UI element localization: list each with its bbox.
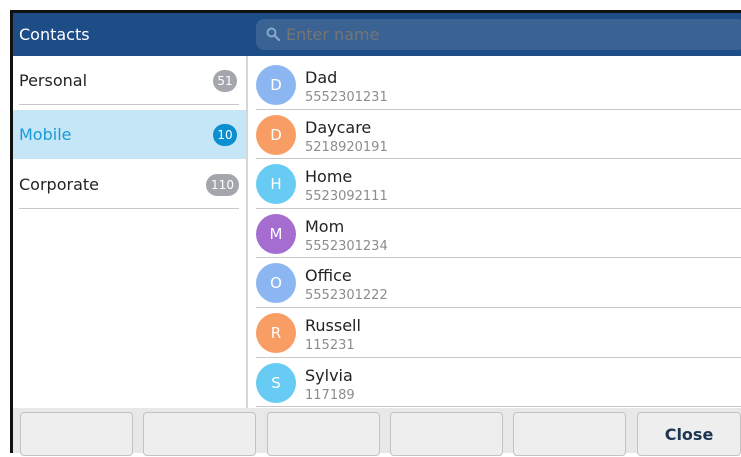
softkey-bar: Close [13, 408, 741, 456]
header-bar: Contacts [13, 13, 741, 56]
contact-name: Dad [305, 68, 338, 87]
contact-number: 5552301222 [305, 288, 388, 304]
page-title: Contacts [19, 25, 90, 44]
softkey-1[interactable] [20, 412, 133, 456]
avatar: H [256, 164, 296, 205]
contact-list: D Dad 5552301231 D Daycare 5218920191 H … [248, 56, 741, 408]
contact-name: Home [305, 167, 353, 187]
avatar: M [256, 213, 296, 254]
contact-name: Russell [305, 316, 361, 335]
search-icon [266, 27, 280, 41]
divider [19, 104, 239, 105]
contact-row-daycare[interactable]: D Daycare 5218920191 [248, 110, 741, 160]
count-badge: 51 [213, 70, 237, 92]
contact-number: 5523092111 [305, 189, 388, 205]
search-box[interactable] [256, 19, 741, 50]
sidebar-item-label: Personal [19, 71, 88, 90]
avatar: S [256, 362, 296, 403]
contact-row-dad[interactable]: D Dad 5552301231 [248, 60, 741, 110]
contact-number: 5218920191 [305, 139, 388, 155]
contact-row-mom[interactable]: M Mom 5552301234 [248, 209, 741, 259]
divider [19, 208, 239, 209]
contact-name: Mom [305, 216, 345, 236]
category-sidebar: Personal 51 Mobile 10 Corporate 110 [13, 56, 246, 408]
contact-row-home[interactable]: H Home 5523092111 [248, 159, 741, 209]
sidebar-item-corporate[interactable]: Corporate 110 [13, 160, 246, 209]
contact-number: 5552301234 [305, 238, 388, 254]
close-button[interactable]: Close [637, 412, 741, 456]
avatar: D [256, 65, 296, 105]
count-badge: 10 [213, 124, 237, 146]
softkey-3[interactable] [267, 412, 380, 456]
softkey-4[interactable] [390, 412, 503, 456]
contact-name: Daycare [305, 117, 372, 137]
sidebar-item-personal[interactable]: Personal 51 [13, 56, 246, 105]
sidebar-item-mobile[interactable]: Mobile 10 [13, 110, 246, 159]
sidebar-item-label: Mobile [19, 125, 72, 144]
search-input[interactable] [286, 19, 726, 50]
contact-row-russell[interactable]: R Russell 115231 [248, 308, 741, 358]
avatar: R [256, 313, 296, 353]
contact-number: 115231 [305, 338, 355, 353]
contacts-screen: Contacts Personal 51 Mobile 10 Corporate… [0, 0, 741, 456]
contact-row-sylvia[interactable]: S Sylvia 117189 [248, 358, 741, 408]
count-badge: 110 [206, 174, 239, 196]
contact-number: 5552301231 [305, 90, 388, 105]
sidebar-item-label: Corporate [19, 175, 99, 194]
softkey-2[interactable] [143, 412, 256, 456]
avatar: O [256, 263, 296, 304]
contact-number: 117189 [305, 387, 355, 403]
contact-name: Office [305, 266, 352, 286]
contact-row-office[interactable]: O Office 5552301222 [248, 258, 741, 308]
avatar: D [256, 114, 296, 155]
softkey-5[interactable] [513, 412, 626, 456]
contact-name: Sylvia [305, 365, 353, 385]
